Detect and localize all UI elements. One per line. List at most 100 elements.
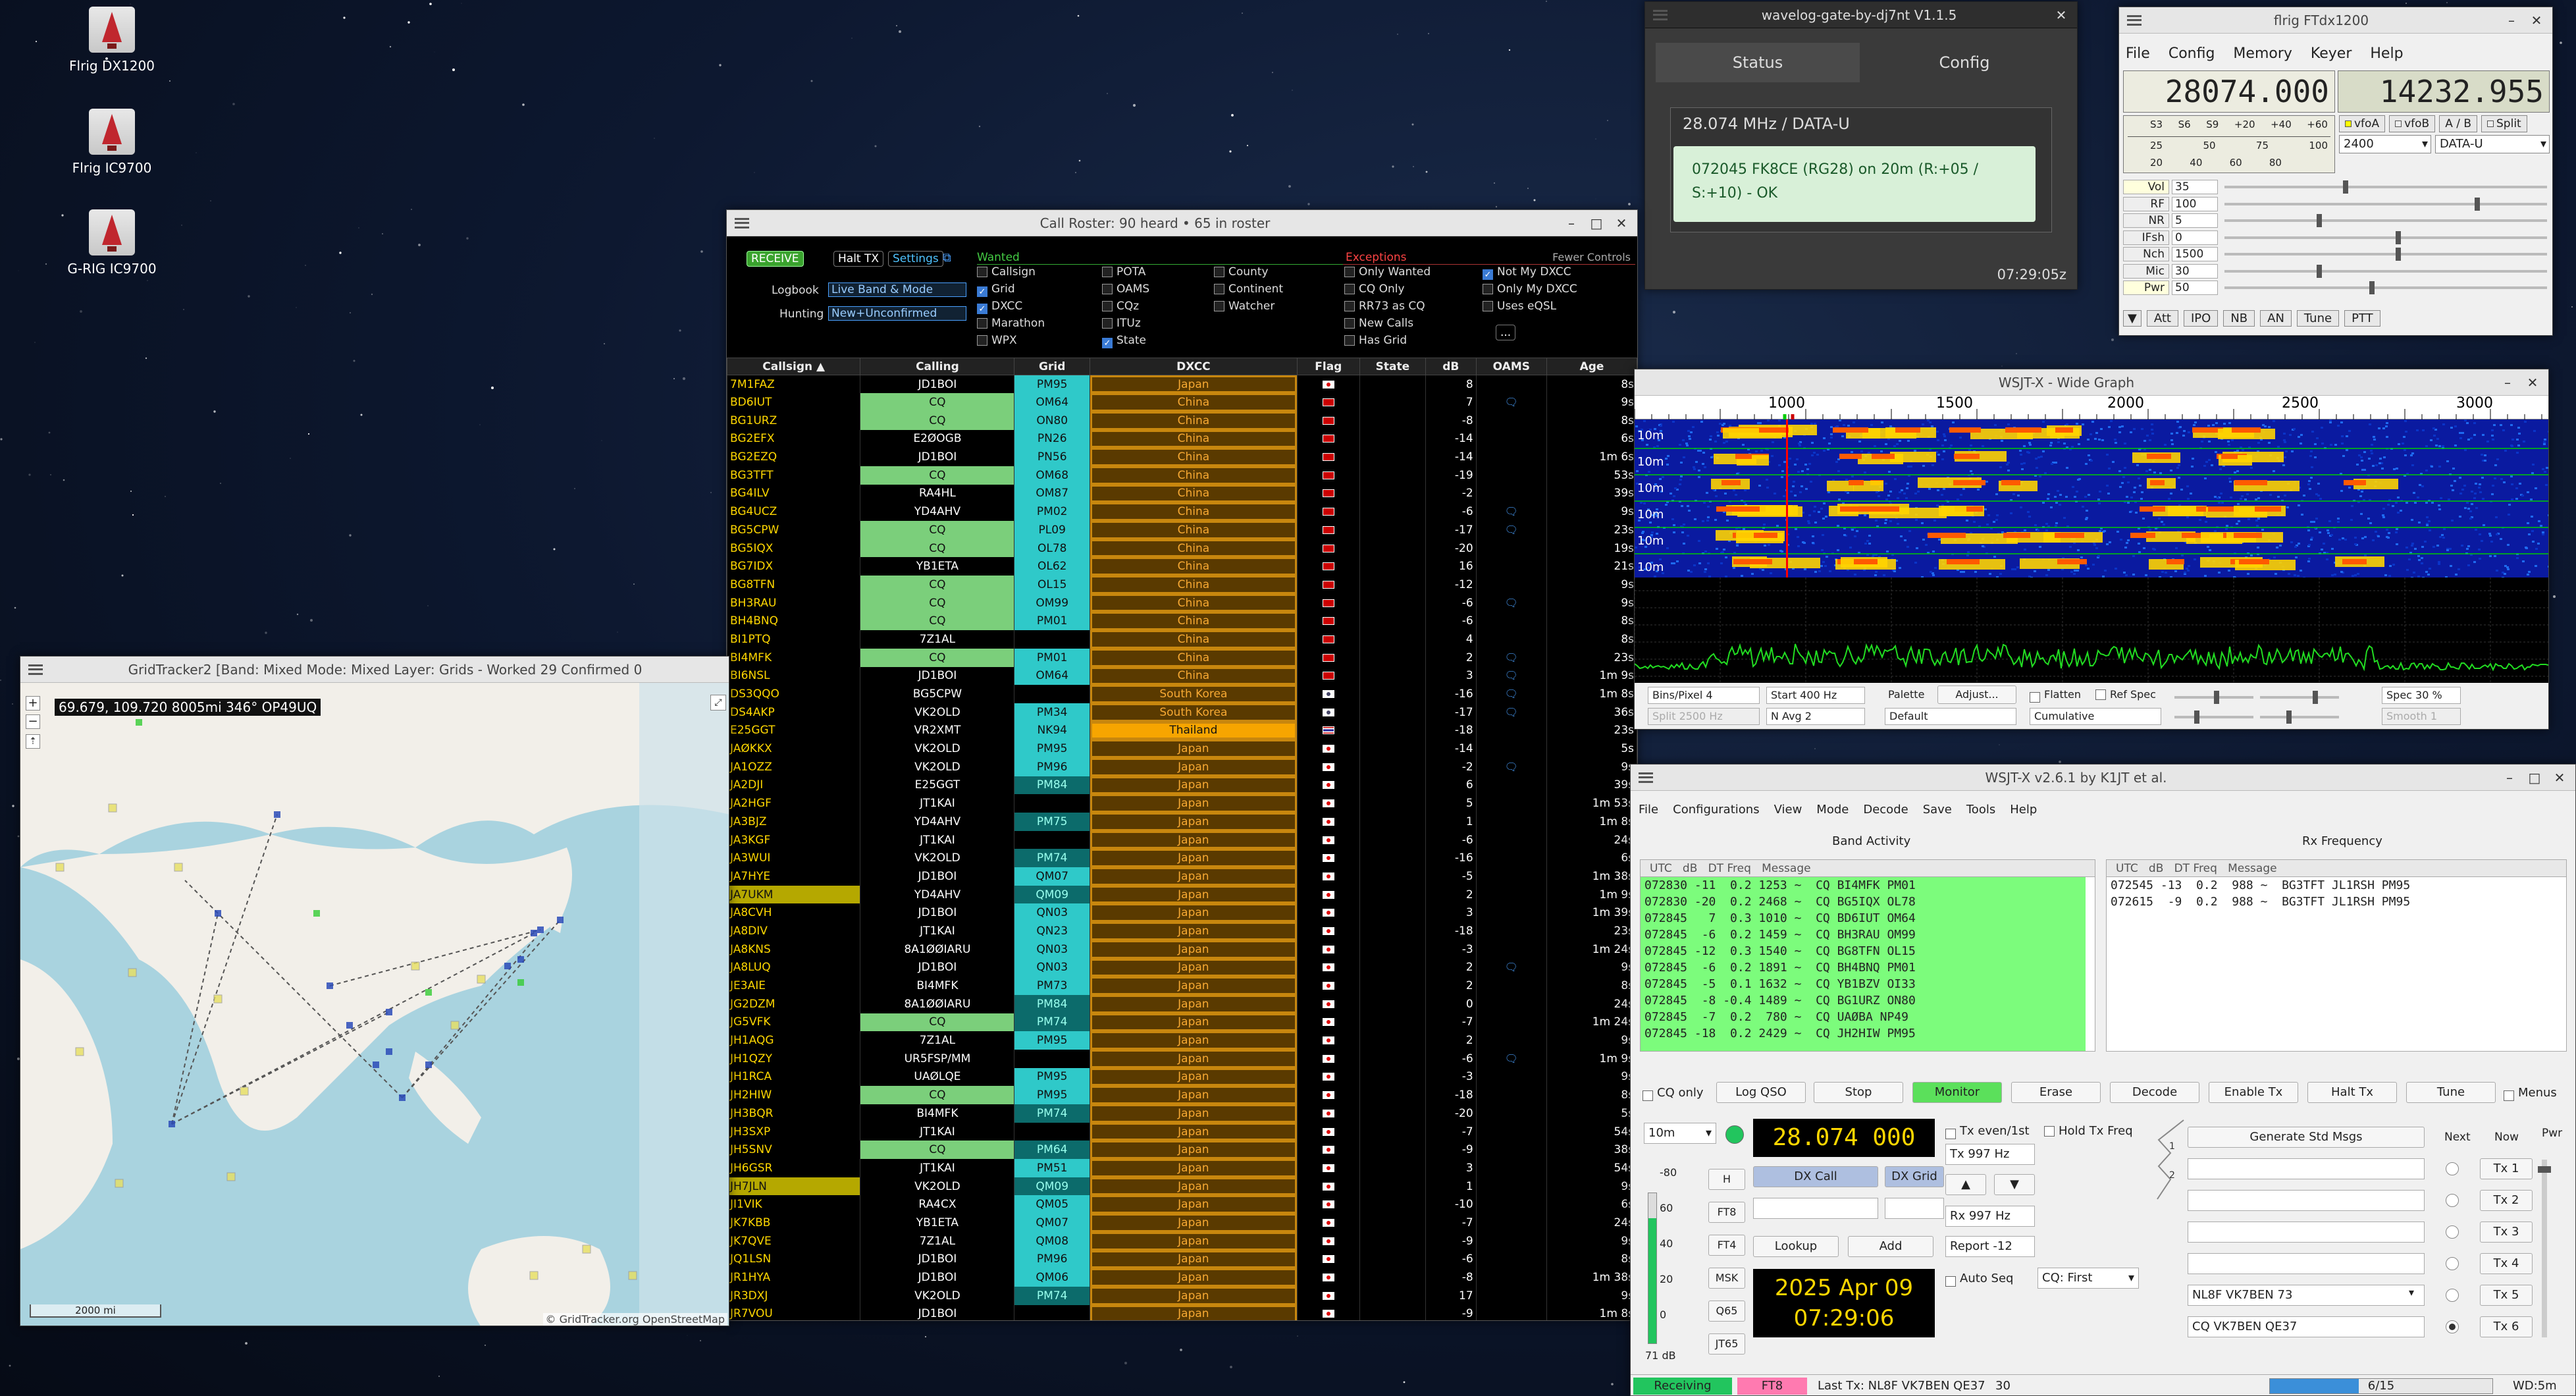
callsign-cell[interactable]: JA3BJZ (727, 813, 861, 831)
table-row[interactable]: JK7KBB YB1ETA QM07 Japan -7 24s (727, 1214, 1637, 1232)
chat-icon[interactable]: 🗨 (1505, 505, 1518, 518)
slider-label-nr[interactable]: NR (2123, 213, 2169, 228)
slider-nch[interactable] (2224, 248, 2547, 261)
table-row[interactable]: JA7UKM YD4AHV QM09 Japan 2 1m 9s (727, 885, 1637, 904)
callsign-cell[interactable]: JG5VFK (727, 1013, 861, 1032)
table-row[interactable]: BG2EFX E2ØOGB PN26 China -14 6s (727, 429, 1637, 448)
band-activity-list[interactable]: UTC dB DT Freq Message 072830 -11 0.2 12… (1640, 859, 2095, 1052)
table-row[interactable]: JH1QZY UR5FSP/MM Japan -6 🗨 1m 9s (727, 1049, 1637, 1068)
callsign-cell[interactable]: BH3RAU (727, 593, 861, 612)
table-row[interactable]: JQ1LSN JD1BOI PM96 Japan -6 8s (727, 1250, 1637, 1269)
wanted-cqz-checkbox[interactable]: CQz (1102, 300, 1139, 313)
col-oams[interactable]: OAMS (1475, 358, 1548, 375)
tx5-now-button[interactable]: Tx 5 (2480, 1285, 2533, 1306)
menu-decode[interactable]: Decode (1863, 803, 1908, 817)
table-row[interactable]: JA8KNS 8A1ØØIARU QN03 Japan -3 1m 24s (727, 940, 1637, 959)
chat-icon[interactable]: 🗨 (1505, 961, 1518, 973)
logbook-select[interactable]: Live Band & Mode (828, 282, 966, 297)
wanted-wpx-checkbox[interactable]: WPX (977, 334, 1017, 347)
waterfall-display[interactable]: 10m 10m 10m 10m 10m 10m (1635, 419, 2548, 577)
exception-uses-eqsl-checkbox[interactable]: Uses eQSL (1483, 300, 1556, 313)
tx4-now-button[interactable]: Tx 4 (2480, 1253, 2533, 1274)
chat-icon[interactable]: 🗨 (1505, 597, 1518, 609)
col-state[interactable]: State (1359, 358, 1427, 375)
halt-tx-button[interactable]: Halt TX (833, 251, 884, 267)
ref-spec-checkbox[interactable]: Ref Spec (2095, 688, 2156, 701)
callsign-cell[interactable]: JR3DXJ (727, 1286, 861, 1305)
callsign-cell[interactable]: E25GGT (727, 721, 861, 740)
log-qso-button[interactable]: Log QSO (1716, 1082, 1806, 1103)
tx5-message-input[interactable]: NL8F VK7BEN 73 (2188, 1285, 2425, 1306)
decode-line[interactable]: 072830 -11 0.2 1253 ~ CQ BI4MFK PM01 (1641, 877, 2086, 894)
exception-not-my-dxcc-checkbox[interactable]: Not My DXCC (1483, 265, 1571, 280)
callsign-cell[interactable]: JH1AQG (727, 1031, 861, 1050)
menu-icon[interactable] (28, 664, 43, 675)
slider-value-pwr[interactable]: 50 (2172, 281, 2218, 295)
fullscreen-icon[interactable]: ⤢ (710, 695, 726, 711)
callsign-cell[interactable]: BG4UCZ (727, 502, 861, 521)
col-flag[interactable]: Flag (1296, 358, 1360, 375)
tx2-now-button[interactable]: Tx 2 (2480, 1190, 2533, 1211)
table-row[interactable]: JAØKKX VK2OLD PM95 Japan -14 5s (727, 739, 1637, 758)
slider-label-ifsh[interactable]: IFsh (2123, 230, 2169, 245)
menu-keyer[interactable]: Keyer (2311, 45, 2352, 62)
callsign-cell[interactable]: JR1HYA (727, 1268, 861, 1287)
bins-per-pixel-spinner[interactable]: Bins/Pixel 4 (1648, 687, 1760, 704)
popout-icon[interactable]: ⧉ (943, 251, 951, 265)
col-db[interactable]: dB (1425, 358, 1477, 375)
decode-button[interactable]: Decode (2110, 1082, 2199, 1103)
callsign-cell[interactable]: JH3BQR (727, 1104, 861, 1123)
table-row[interactable]: JH1RCA UAØLQE PM95 Japan -3 9s (727, 1067, 1637, 1087)
table-row[interactable]: BH3RAU CQ OM99 China -6 🗨 9s (727, 593, 1637, 612)
menu-mode[interactable]: Mode (1816, 803, 1849, 817)
ab-swap-button[interactable]: A / B (2439, 115, 2478, 132)
table-row[interactable]: BG3TFT CQ OM68 China -19 53s (727, 466, 1637, 485)
menu-help[interactable]: Help (2010, 803, 2037, 817)
ptt-button[interactable]: PTT (2344, 310, 2380, 327)
wanted-dxcc-checkbox[interactable]: DXCC (977, 300, 1022, 314)
power-slider[interactable] (2538, 1160, 2551, 1337)
menu-save[interactable]: Save (1923, 803, 1952, 817)
wanted-watcher-checkbox[interactable]: Watcher (1214, 300, 1275, 313)
wanted-pota-checkbox[interactable]: POTA (1102, 265, 1145, 279)
spec-percent-spinner[interactable]: Spec 30 % (2382, 687, 2461, 704)
callsign-cell[interactable]: JG2DZM (727, 994, 861, 1013)
desktop-icon-flrig-ic9700[interactable]: Flrig IC9700 (39, 109, 184, 176)
more-options-button[interactable]: ... (1496, 325, 1516, 340)
mode-ft8-button[interactable]: FT8 (1708, 1202, 1745, 1223)
table-row[interactable]: BG2EZQ JD1BOI PN56 China -14 1m 6s (727, 448, 1637, 466)
callsign-cell[interactable]: BG1URZ (727, 411, 861, 430)
exception-cq-only-checkbox[interactable]: CQ Only (1344, 282, 1405, 296)
callsign-cell[interactable]: JAØKKX (727, 739, 861, 758)
mode-select[interactable]: DATA-U ▾ (2435, 135, 2550, 153)
exception-only-my-dxcc-checkbox[interactable]: Only My DXCC (1483, 282, 1577, 296)
table-row[interactable]: JA8LUQ JD1BOI QN03 Japan 2 🗨 9s (727, 958, 1637, 977)
nb-button[interactable]: NB (2223, 310, 2255, 327)
vfoa-button[interactable]: vfoA (2339, 115, 2386, 132)
callsign-cell[interactable]: JA1OZZ (727, 757, 861, 776)
tune-button[interactable]: Tune (2406, 1082, 2496, 1103)
callsign-cell[interactable]: JH1QZY (727, 1049, 861, 1068)
menus-checkbox[interactable]: Menus (2504, 1086, 2557, 1101)
n-avg-spinner[interactable]: N Avg 2 (1766, 708, 1865, 725)
receive-button[interactable]: RECEIVE (747, 251, 804, 267)
exception-only-wanted-checkbox[interactable]: Only Wanted (1344, 265, 1431, 279)
chat-icon[interactable]: 🗨 (1505, 706, 1518, 718)
rx-line[interactable]: 072545 -13 0.2 988 ~ BG3TFT JL1RSH PM95 (2107, 877, 2557, 894)
table-row[interactable]: JA7HYE JD1BOI QM07 Japan -5 1m 38s (727, 867, 1637, 886)
chevron-down-icon[interactable]: ▾ (2409, 1286, 2414, 1299)
table-row[interactable]: JG2DZM 8A1ØØIARU PM84 Japan 0 24s (727, 994, 1637, 1013)
table-row[interactable]: JR1HYA JD1BOI QM06 Japan -8 1m 38s (727, 1268, 1637, 1287)
table-row[interactable]: JA3KGF JT1KAI Japan -6 24s (727, 830, 1637, 849)
wanted-state-checkbox[interactable]: State (1102, 334, 1146, 348)
menu-tools[interactable]: Tools (1966, 803, 1995, 817)
tx6-now-button[interactable]: Tx 6 (2480, 1316, 2533, 1337)
dx-call-input[interactable] (1753, 1198, 1878, 1219)
table-row[interactable]: BI4MFK CQ PM01 China 2 🗨 23s (727, 648, 1637, 667)
table-row[interactable]: E25GGT VR2XMT NK94 Thailand -18 23s (727, 721, 1637, 740)
flatten-checkbox[interactable]: Flatten (2030, 688, 2081, 703)
table-row[interactable]: BD6IUT CQ OM64 China 7 🗨 9s (727, 393, 1637, 412)
menu-memory[interactable]: Memory (2233, 45, 2292, 62)
tx1-message-input[interactable] (2188, 1158, 2425, 1179)
minimize-icon[interactable]: – (2500, 375, 2515, 390)
